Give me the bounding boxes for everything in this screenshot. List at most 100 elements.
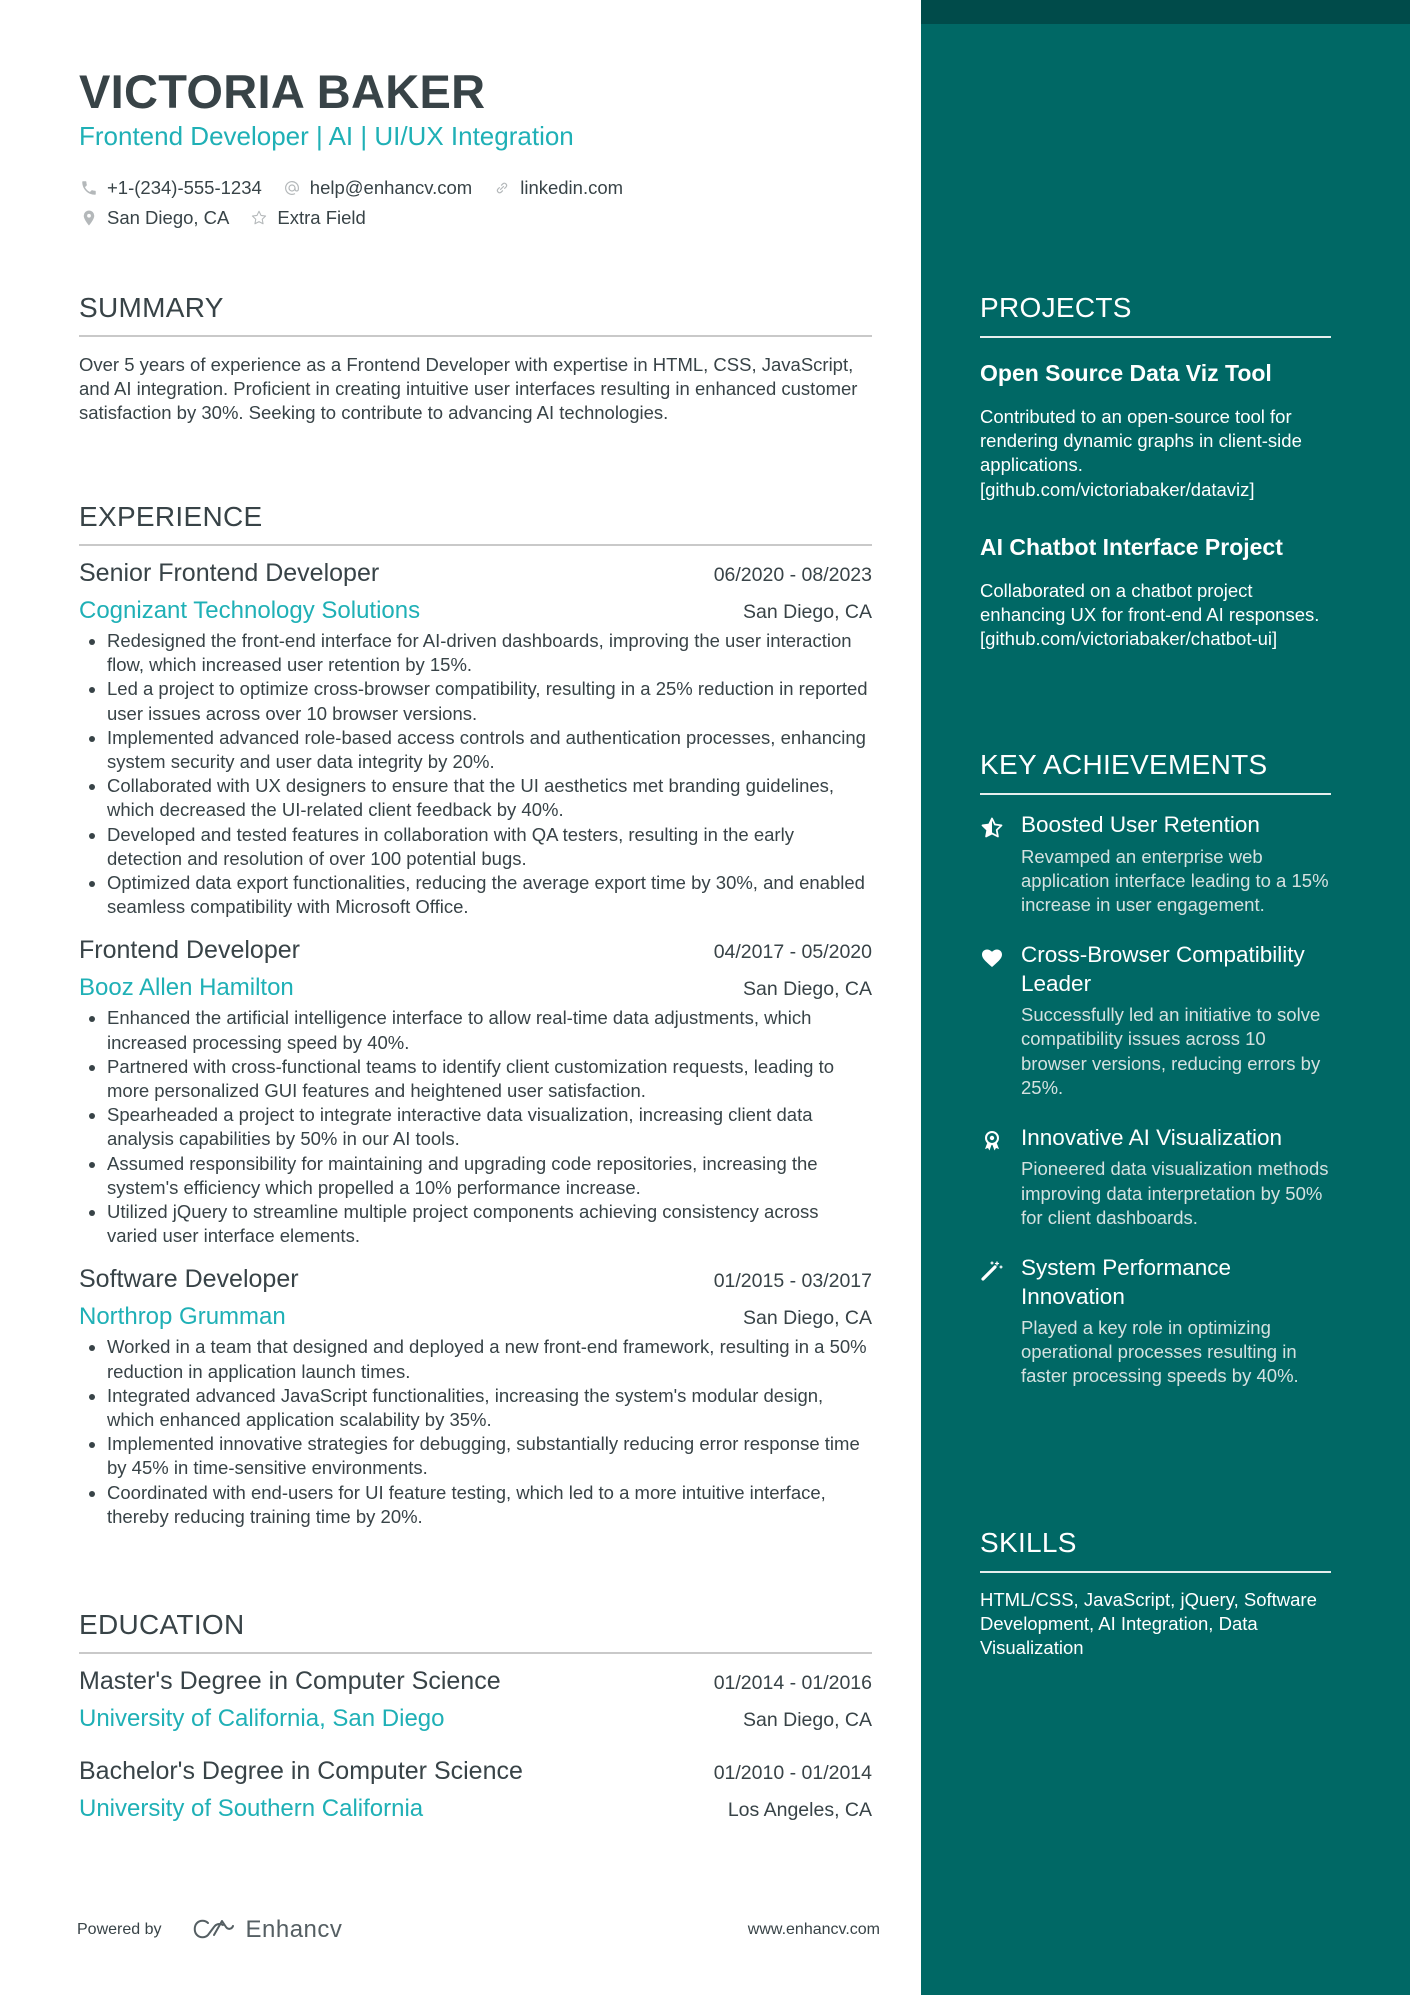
link-icon (492, 178, 512, 198)
job-subheader: Cognizant Technology Solutions San Diego… (79, 597, 872, 625)
bullet-item: Developed and tested features in collabo… (79, 823, 872, 871)
contact-location: San Diego, CA (79, 207, 229, 229)
bullet-item: Optimized data export functionalities, r… (79, 871, 872, 919)
job-title: Senior Frontend Developer (79, 559, 380, 587)
skills-section: SKILLS HTML/CSS, JavaScript, jQuery, Sof… (980, 1526, 1331, 1661)
bullet-item: Led a project to optimize cross-browser … (79, 677, 872, 725)
location-pin-icon (79, 208, 99, 228)
bullet-item: Redesigned the front-end interface for A… (79, 629, 872, 677)
project-description: Contributed to an open-source tool for r… (980, 406, 1302, 500)
education-subheader: University of California, San Diego San … (79, 1705, 872, 1733)
phone-text: +1-(234)-555-1234 (107, 177, 262, 198)
enhancv-logo[interactable]: Enhancv (190, 1916, 343, 1944)
achievement-description: Revamped an enterprise web application i… (1021, 845, 1329, 915)
education-subheader: University of Southern California Los An… (79, 1795, 872, 1823)
job-entry: Senior Frontend Developer 06/2020 - 08/2… (79, 559, 872, 919)
job-header: Software Developer 01/2015 - 03/2017 (79, 1265, 872, 1294)
education-location: San Diego, CA (743, 1709, 872, 1731)
education-section: EDUCATION Master's Degree in Computer Sc… (79, 1608, 872, 1823)
school: University of Southern California (79, 1795, 424, 1822)
section-divider (79, 544, 872, 546)
contact-info: +1-(234)-555-1234 help@enhancv.com linke… (79, 173, 643, 233)
job-dates: 06/2020 - 08/2023 (713, 564, 872, 586)
project-description: Collaborated on a chatbot project enhanc… (980, 579, 1320, 650)
section-divider (980, 1571, 1331, 1573)
at-icon (282, 178, 302, 198)
achievement-description: Played a key role in optimizing operatio… (1021, 1317, 1299, 1387)
website-link[interactable]: www.enhancv.com (748, 1921, 880, 1939)
achievement-title: Cross-Browser Compatibility Leader (1021, 942, 1305, 996)
summary-text: Over 5 years of experience as a Frontend… (79, 354, 858, 424)
education-dates: 01/2014 - 01/2016 (713, 1672, 872, 1694)
achievement-item: Boosted User Retention Revamped an enter… (980, 811, 1331, 917)
location-text: San Diego, CA (107, 207, 230, 228)
section-title: PROJECTS (980, 292, 1132, 323)
job-subheader: Northrop Grumman San Diego, CA (79, 1303, 872, 1331)
projects-section: PROJECTS Open Source Data Viz Tool Contr… (980, 291, 1331, 651)
job-company: Northrop Grumman (79, 1303, 286, 1331)
section-title: KEY ACHIEVEMENTS (980, 749, 1268, 780)
section-title: EDUCATION (79, 1609, 245, 1640)
achievement-body: Boosted User Retention Revamped an enter… (1021, 811, 1331, 917)
bullet-item: Enhanced the artificial intelligence int… (79, 1006, 872, 1054)
education-header: Master's Degree in Computer Science 01/2… (79, 1667, 872, 1696)
job-title: Frontend Developer (79, 936, 300, 965)
job-entry: Frontend Developer 04/2017 - 05/2020 Boo… (79, 936, 872, 1248)
experience-section: EXPERIENCE Senior Frontend Developer 06/… (79, 500, 872, 1529)
contact-email[interactable]: help@enhancv.com (282, 177, 472, 199)
bullet-item: Collaborated with UX designers to ensure… (79, 774, 872, 822)
education-dates: 01/2010 - 01/2014 (713, 1762, 872, 1784)
contact-phone[interactable]: +1-(234)-555-1234 (79, 177, 262, 199)
star-outline-icon (249, 208, 269, 228)
contact-linkedin[interactable]: linkedin.com (492, 177, 623, 199)
achievement-title: Boosted User Retention (1021, 812, 1260, 837)
education-location: Los Angeles, CA (727, 1799, 872, 1821)
job-subheader: Booz Allen Hamilton San Diego, CA (79, 974, 872, 1002)
bullet-item: Spearheaded a project to integrate inter… (79, 1103, 872, 1151)
job-dates: 04/2017 - 05/2020 (713, 941, 872, 964)
achievement-body: Innovative AI Visualization Pioneered da… (1021, 1124, 1331, 1230)
achievement-description: Successfully led an initiative to solve … (1021, 1004, 1321, 1098)
achievement-body: Cross-Browser Compatibility Leader Succe… (1021, 941, 1331, 1100)
brand-name: Enhancv (245, 1916, 343, 1943)
section-divider (980, 336, 1331, 338)
summary-section: SUMMARY Over 5 years of experience as a … (79, 291, 872, 426)
achievement-body: System Performance Innovation Played a k… (1021, 1254, 1331, 1389)
section-title: EXPERIENCE (79, 501, 263, 532)
degree: Master's Degree in Computer Science (79, 1667, 501, 1695)
bullet-item: Partnered with cross-functional teams to… (79, 1055, 872, 1103)
half-star-icon (980, 811, 1010, 917)
heart-icon (980, 941, 1010, 1100)
achievement-description: Pioneered data visualization methods imp… (1021, 1158, 1329, 1228)
education-entry: Bachelor's Degree in Computer Science 01… (79, 1757, 872, 1823)
extra-field-text: Extra Field (277, 207, 366, 228)
sidebar-top-band (921, 0, 1410, 24)
project-item: Open Source Data Viz Tool Contributed to… (980, 358, 1331, 502)
job-header: Senior Frontend Developer 06/2020 - 08/2… (79, 559, 872, 588)
section-divider (79, 1652, 872, 1654)
skills-list: HTML/CSS, JavaScript, jQuery, Software D… (980, 1589, 1317, 1659)
achievement-title: Innovative AI Visualization (1021, 1124, 1283, 1150)
job-bullets: Redesigned the front-end interface for A… (79, 629, 872, 919)
bullet-item: Utilized jQuery to streamline multiple p… (79, 1200, 872, 1248)
achievement-item: System Performance Innovation Played a k… (980, 1254, 1331, 1389)
section-divider (980, 793, 1331, 795)
phone-icon (79, 178, 99, 198)
bullet-item: Coordinated with end-users for UI featur… (79, 1481, 872, 1529)
job-location: San Diego, CA (743, 1307, 872, 1330)
project-item: AI Chatbot Interface Project Collaborate… (980, 532, 1331, 652)
bullet-item: Assumed responsibility for maintaining a… (79, 1152, 872, 1200)
section-title: SKILLS (980, 1527, 1077, 1558)
award-medal-icon (980, 1124, 1010, 1230)
section-title: SUMMARY (79, 292, 224, 323)
achievement-item: Innovative AI Visualization Pioneered da… (980, 1124, 1331, 1230)
achievements-section: KEY ACHIEVEMENTS Boosted User Retention … (980, 748, 1331, 1389)
job-bullets: Enhanced the artificial intelligence int… (79, 1006, 872, 1248)
education-header: Bachelor's Degree in Computer Science 01… (79, 1757, 872, 1786)
job-dates: 01/2015 - 03/2017 (713, 1270, 872, 1293)
section-divider (79, 335, 872, 337)
bullet-item: Worked in a team that designed and deplo… (79, 1335, 872, 1383)
sidebar: PROJECTS Open Source Data Viz Tool Contr… (921, 0, 1410, 1995)
achievement-title: System Performance Innovation (1021, 1255, 1232, 1309)
school: University of California, San Diego (79, 1705, 445, 1732)
